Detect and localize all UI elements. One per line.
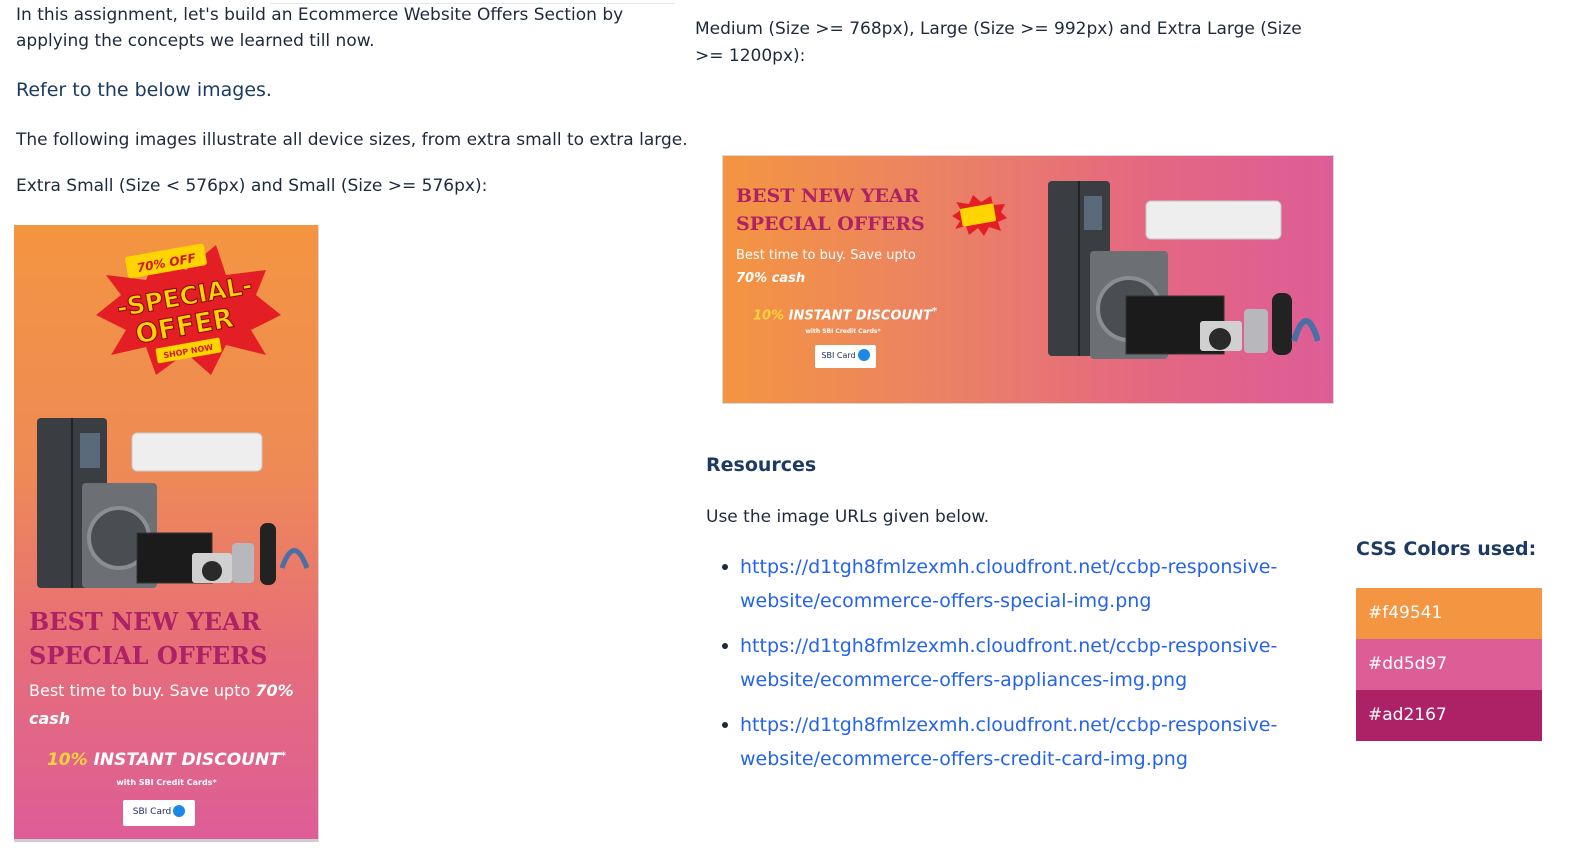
resource-link-special[interactable]: https://d1tgh8fmlzexmh.cloudfront.net/cc… [722, 550, 1302, 618]
speaker [1272, 293, 1292, 355]
resource-link-appliances-line2[interactable]: website/ecommerce-offers-appliances-img.… [740, 669, 1187, 691]
resource-link-credit-card-line2[interactable]: website/ecommerce-offers-credit-card-img… [740, 748, 1188, 770]
resource-link-credit-card[interactable]: https://d1tgh8fmlzexmh.cloudfront.net/cc… [722, 708, 1302, 776]
use-urls-text: Use the image URLs given below. [706, 507, 990, 527]
css-colors-heading: CSS Colors used: [1356, 538, 1537, 560]
card-logo-icon [857, 348, 870, 361]
mobile-credit-card: SBI Card [123, 800, 195, 826]
desktop-offers-banner: BEST NEW YEAR SPECIAL OFFERS Best time t… [722, 155, 1334, 404]
headphones [279, 548, 310, 569]
md-size-label: Medium (Size >= 768px), Large (Size >= 9… [695, 19, 1302, 66]
mobile-subtext-plain: Best time to buy. Save upto [29, 681, 256, 700]
intro-text: In this assignment, let's build an Ecomm… [16, 5, 624, 51]
mobile-discount-star: * [280, 750, 287, 762]
mobile-title-line2: SPECIAL OFFERS [29, 641, 268, 670]
mobile-subtext: Best time to buy. Save upto 70% cash [29, 677, 299, 733]
mobile-discount-pct: 10% [46, 750, 88, 770]
desktop-discount: 10% INSTANT DISCOUNT* [753, 306, 963, 323]
fridge-screen [80, 433, 100, 468]
refer-heading: Refer to the below images. [16, 79, 272, 101]
mobile-offers-banner: 70% OFF -SPECIAL- OFFER SHOP NOW BEST NE… [14, 225, 319, 842]
desktop-discount-pct: 10% [753, 308, 785, 324]
desktop-subtext: Best time to buy. Save upto 70% cash [736, 244, 936, 290]
mobile-discount: 10% INSTANT DISCOUNT* [14, 750, 318, 770]
air-conditioner [1145, 200, 1282, 240]
desktop-card-label: SBI Card [821, 351, 856, 360]
desktop-discount-star: * [931, 306, 938, 317]
desktop-subtext-plain: Best time to buy. Save upto [736, 248, 916, 263]
desktop-discount-text: INSTANT DISCOUNT [784, 308, 932, 324]
fridge-screen [1084, 196, 1102, 230]
appliances-image [37, 418, 310, 588]
air-conditioner [131, 432, 263, 472]
mobile-with-cards: with SBI Credit Cards* [116, 778, 217, 787]
resource-link-appliances[interactable]: https://d1tgh8fmlzexmh.cloudfront.net/cc… [722, 629, 1302, 697]
mobile-title-line1: BEST NEW YEAR [29, 607, 261, 636]
illustrate-text: The following images illustrate all devi… [16, 130, 688, 150]
speaker [260, 523, 276, 585]
resource-link-special-line2[interactable]: website/ecommerce-offers-special-img.png [740, 590, 1151, 612]
phone [232, 543, 254, 583]
color-swatch-pink: #dd5d97 [1356, 639, 1542, 690]
special-offer-badge: 70% OFF -SPECIAL- OFFER SHOP NOW [96, 243, 281, 375]
mobile-discount-text: INSTANT DISCOUNT [87, 750, 281, 770]
resource-link-special-line1[interactable]: https://d1tgh8fmlzexmh.cloudfront.net/cc… [740, 556, 1277, 578]
headphones [1291, 318, 1320, 342]
desktop-credit-card: SBI Card [815, 345, 876, 368]
mobile-card-label: SBI Card [132, 807, 172, 817]
mobile-title: BEST NEW YEAR SPECIAL OFFERS [29, 605, 314, 673]
special-offer-badge-small [952, 195, 1007, 236]
xs-size-label: Extra Small (Size < 576px) and Small (Si… [16, 176, 488, 196]
resource-link-credit-card-line1[interactable]: https://d1tgh8fmlzexmh.cloudfront.net/cc… [740, 714, 1277, 736]
resources-heading: Resources [706, 454, 817, 476]
resource-links-list: https://d1tgh8fmlzexmh.cloudfront.net/cc… [722, 550, 1302, 787]
desktop-with-cards: with SBI Credit Cards* [805, 328, 881, 335]
color-swatch-maroon: #ad2167 [1356, 690, 1542, 741]
appliances-image-desktop [1048, 181, 1320, 359]
desktop-subtext-bold: 70% cash [736, 271, 806, 286]
phone [1244, 309, 1268, 353]
card-logo-icon [173, 804, 186, 817]
color-swatch-orange: #f49541 [1356, 588, 1542, 639]
resource-link-appliances-line1[interactable]: https://d1tgh8fmlzexmh.cloudfront.net/cc… [740, 635, 1277, 657]
